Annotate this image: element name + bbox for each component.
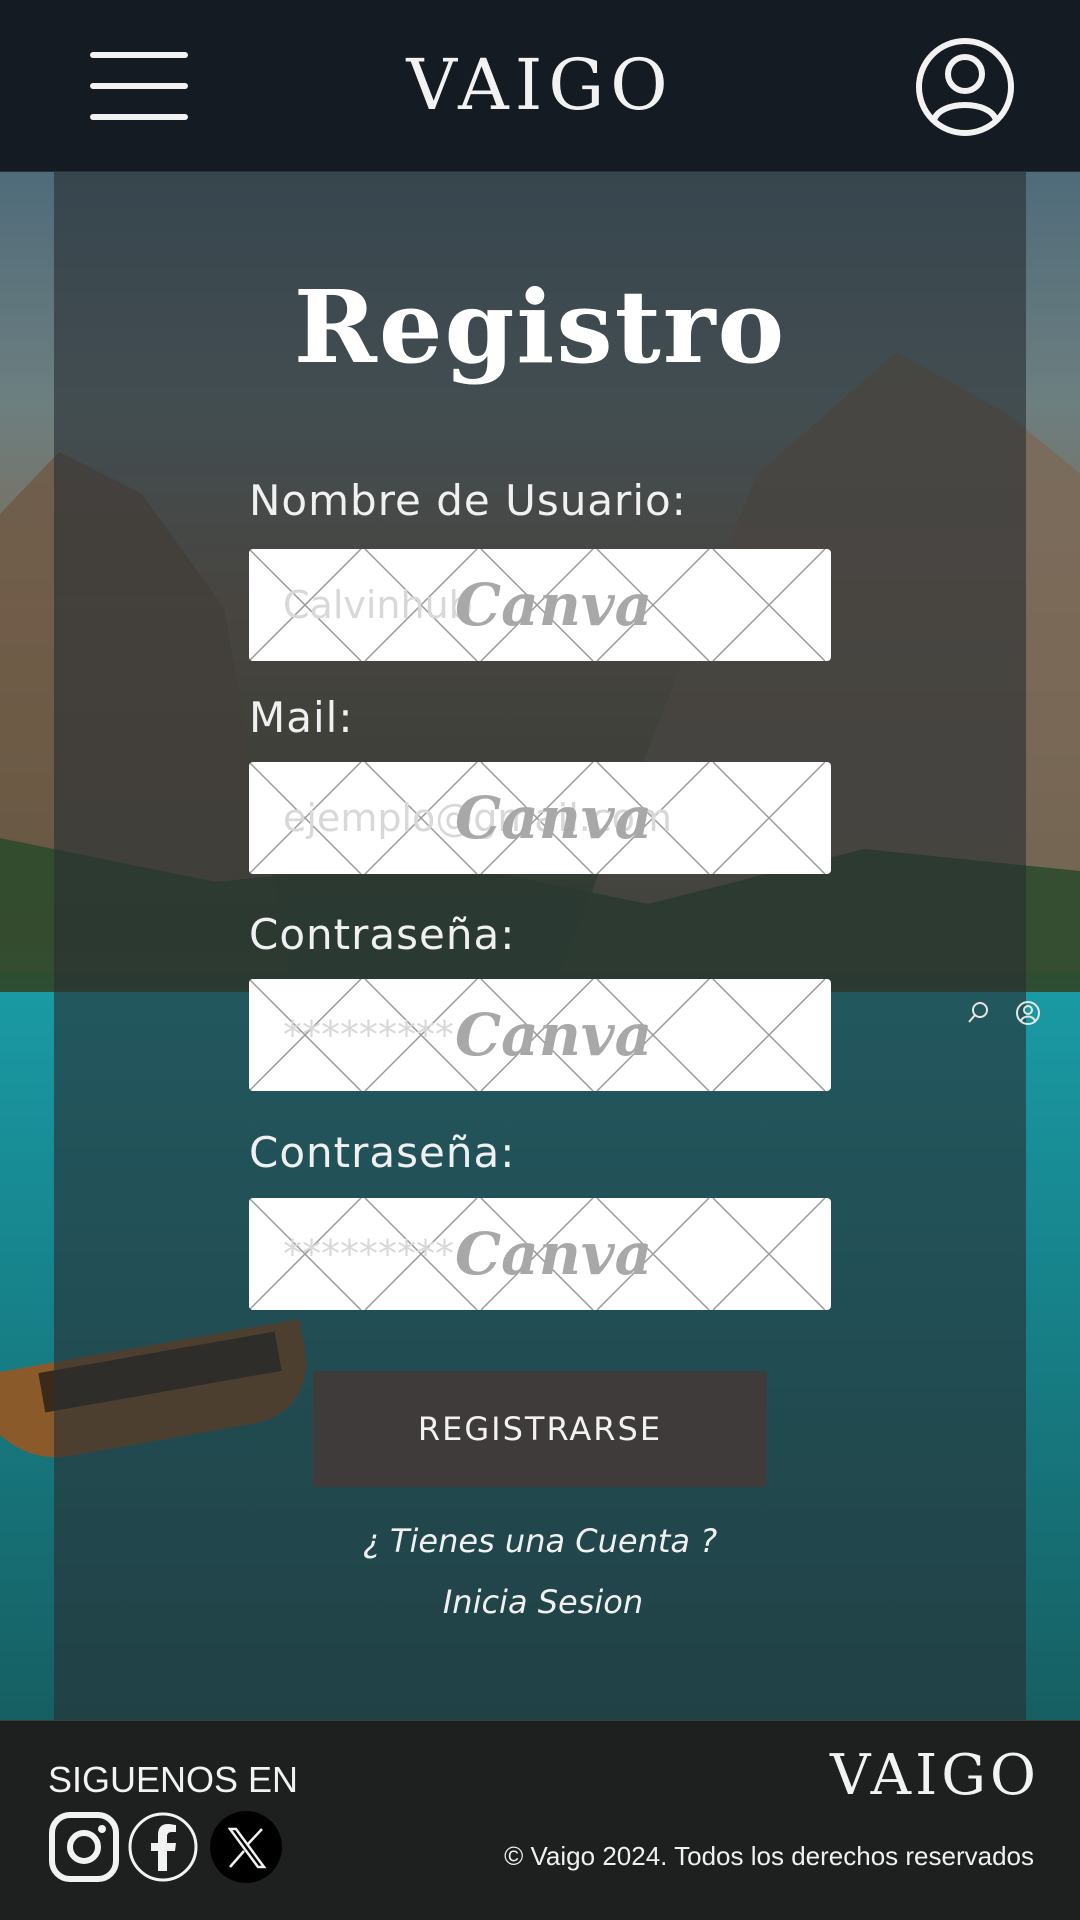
confirm-password-label: Contraseña:	[249, 1128, 516, 1177]
instagram-icon[interactable]	[48, 1811, 120, 1883]
confirm-password-input[interactable]	[249, 1198, 831, 1310]
hamburger-menu-icon[interactable]	[90, 50, 190, 122]
search-icon[interactable]	[968, 1002, 988, 1023]
have-account-text: ¿ Tienes una Cuenta ?	[362, 1522, 718, 1560]
x-icon[interactable]	[210, 1811, 282, 1883]
facebook-icon[interactable]	[127, 1811, 199, 1883]
email-input[interactable]	[249, 762, 831, 874]
password-input[interactable]	[249, 979, 831, 1091]
password-field-container: Canva	[249, 979, 831, 1091]
confirm-password-field-container: Canva	[249, 1198, 831, 1310]
password-label: Contraseña:	[249, 910, 516, 959]
follow-us-label: SIGUENOS EN	[48, 1759, 299, 1800]
footer: SIGUENOS EN VAIGO © Vaigo 2024. Todos lo…	[0, 1720, 1080, 1920]
username-label: Nombre de Usuario:	[249, 476, 687, 525]
email-field-container: Canva	[249, 762, 831, 874]
brand-logo[interactable]: VAIGO	[390, 44, 690, 126]
copyright-text: © Vaigo 2024. Todos los derechos reserva…	[504, 1841, 1034, 1871]
page-title: Registro	[293, 268, 787, 386]
user-account-icon[interactable]	[914, 36, 1016, 138]
user-icon[interactable]	[1016, 1001, 1040, 1025]
register-button[interactable]: REGISTRARSE	[313, 1371, 767, 1487]
top-header: VAIGO	[0, 0, 1080, 172]
form-panel	[54, 172, 1026, 1720]
login-link[interactable]: Inicia Sesion	[54, 1583, 1032, 1621]
username-field-container: Canva	[249, 549, 831, 661]
footer-brand-logo[interactable]: VAIGO	[830, 1743, 1040, 1808]
email-label: Mail:	[249, 693, 354, 742]
side-icons	[968, 1001, 1040, 1025]
username-input[interactable]	[249, 549, 831, 661]
